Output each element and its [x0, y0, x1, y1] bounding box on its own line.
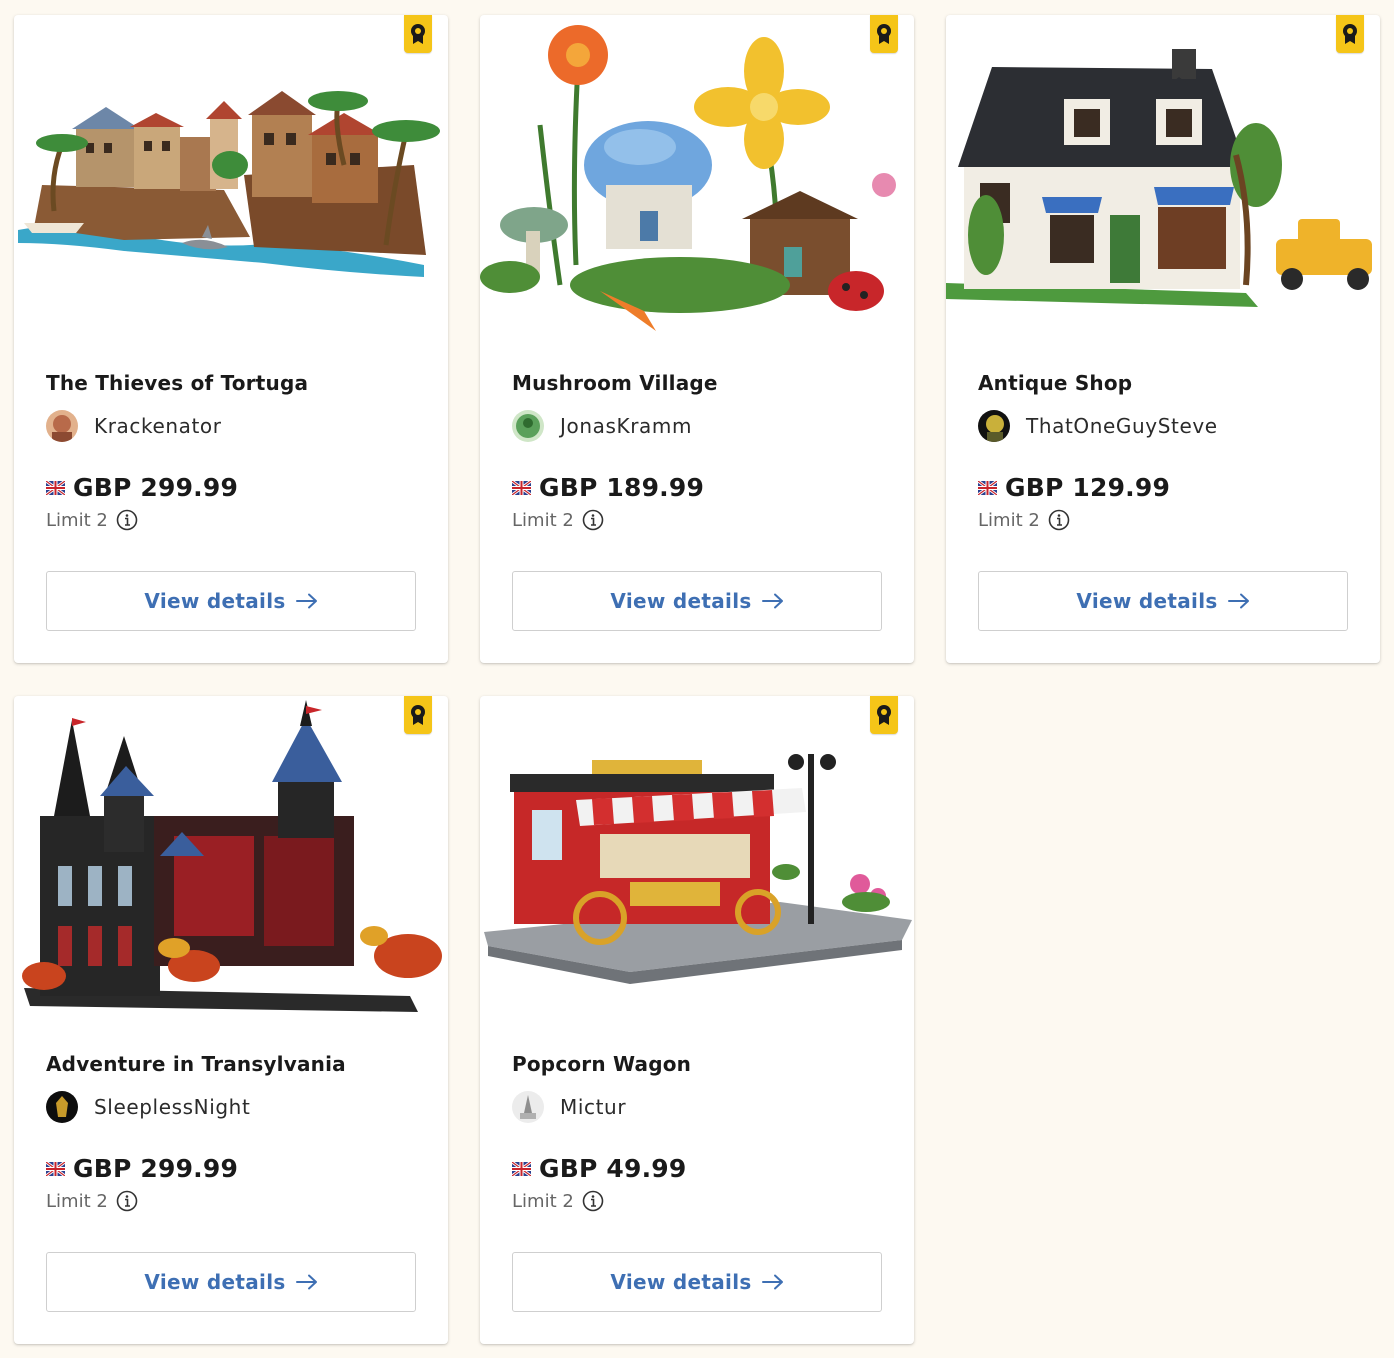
arrow-right-icon	[1227, 593, 1249, 609]
product-price: GBP 129.99	[1005, 473, 1171, 502]
creator-name[interactable]: Krackenator	[94, 414, 222, 438]
purchase-limit: Limit 2	[512, 1190, 604, 1212]
arrow-right-icon	[761, 1274, 783, 1290]
product-image[interactable]	[480, 15, 914, 345]
view-details-button[interactable]: View details	[46, 1252, 416, 1312]
price-row: GBP 299.99	[46, 1154, 238, 1183]
product-image[interactable]	[946, 15, 1380, 345]
award-ribbon-icon	[411, 705, 425, 725]
award-badge	[1336, 15, 1364, 53]
price-row: GBP 189.99	[512, 473, 704, 502]
creator-avatar[interactable]	[512, 1091, 544, 1123]
view-details-label: View details	[610, 1270, 752, 1294]
product-image[interactable]	[14, 15, 448, 345]
product-title[interactable]: Antique Shop	[978, 371, 1132, 395]
product-price: GBP 299.99	[73, 1154, 239, 1183]
product-grid: The Thieves of Tortuga Krackenator GBP 2…	[0, 0, 1394, 1358]
price-row: GBP 129.99	[978, 473, 1170, 502]
award-ribbon-icon	[877, 705, 891, 725]
creator-name[interactable]: Mictur	[560, 1095, 626, 1119]
award-badge	[404, 696, 432, 734]
product-price: GBP 189.99	[539, 473, 705, 502]
limit-label: Limit 2	[512, 509, 574, 531]
uk-flag-icon	[512, 480, 531, 495]
limit-label: Limit 2	[46, 509, 108, 531]
product-title[interactable]: Adventure in Transylvania	[46, 1052, 346, 1076]
creator-info[interactable]: SleeplessNight	[46, 1090, 250, 1124]
award-badge	[404, 15, 432, 53]
view-details-button[interactable]: View details	[512, 571, 882, 631]
creator-avatar[interactable]	[512, 410, 544, 442]
product-card[interactable]: The Thieves of Tortuga Krackenator GBP 2…	[14, 15, 448, 663]
purchase-limit: Limit 2	[978, 509, 1070, 531]
product-image[interactable]	[480, 696, 914, 1026]
info-icon[interactable]	[116, 509, 138, 531]
product-image[interactable]	[14, 696, 448, 1026]
creator-name[interactable]: JonasKramm	[560, 414, 692, 438]
award-badge	[870, 15, 898, 53]
creator-info[interactable]: ThatOneGuySteve	[978, 409, 1218, 443]
product-price: GBP 49.99	[539, 1154, 687, 1183]
award-ribbon-icon	[877, 24, 891, 44]
uk-flag-icon	[46, 1161, 65, 1176]
view-details-button[interactable]: View details	[978, 571, 1348, 631]
view-details-button[interactable]: View details	[512, 1252, 882, 1312]
creator-avatar[interactable]	[978, 410, 1010, 442]
view-details-label: View details	[1076, 589, 1218, 613]
product-title[interactable]: Popcorn Wagon	[512, 1052, 691, 1076]
creator-name[interactable]: SleeplessNight	[94, 1095, 250, 1119]
creator-info[interactable]: JonasKramm	[512, 409, 692, 443]
price-row: GBP 49.99	[512, 1154, 686, 1183]
product-title[interactable]: The Thieves of Tortuga	[46, 371, 308, 395]
arrow-right-icon	[761, 593, 783, 609]
purchase-limit: Limit 2	[512, 509, 604, 531]
purchase-limit: Limit 2	[46, 509, 138, 531]
purchase-limit: Limit 2	[46, 1190, 138, 1212]
uk-flag-icon	[46, 480, 65, 495]
product-card[interactable]: Antique Shop ThatOneGuySteve GBP 129.99 …	[946, 15, 1380, 663]
creator-info[interactable]: Krackenator	[46, 409, 222, 443]
view-details-label: View details	[144, 1270, 286, 1294]
view-details-button[interactable]: View details	[46, 571, 416, 631]
product-title[interactable]: Mushroom Village	[512, 371, 718, 395]
uk-flag-icon	[978, 480, 997, 495]
info-icon[interactable]	[1048, 509, 1070, 531]
price-row: GBP 299.99	[46, 473, 238, 502]
product-card[interactable]: Mushroom Village JonasKramm GBP 189.99 L…	[480, 15, 914, 663]
product-card[interactable]: Adventure in Transylvania SleeplessNight…	[14, 696, 448, 1344]
product-price: GBP 299.99	[73, 473, 239, 502]
award-ribbon-icon	[411, 24, 425, 44]
info-icon[interactable]	[582, 1190, 604, 1212]
award-ribbon-icon	[1343, 24, 1357, 44]
uk-flag-icon	[512, 1161, 531, 1176]
arrow-right-icon	[295, 593, 317, 609]
arrow-right-icon	[295, 1274, 317, 1290]
view-details-label: View details	[144, 589, 286, 613]
creator-name[interactable]: ThatOneGuySteve	[1026, 414, 1218, 438]
info-icon[interactable]	[116, 1190, 138, 1212]
creator-avatar[interactable]	[46, 1091, 78, 1123]
creator-info[interactable]: Mictur	[512, 1090, 626, 1124]
view-details-label: View details	[610, 589, 752, 613]
product-card[interactable]: Popcorn Wagon Mictur GBP 49.99 Limit 2 V…	[480, 696, 914, 1344]
award-badge	[870, 696, 898, 734]
limit-label: Limit 2	[978, 509, 1040, 531]
info-icon[interactable]	[582, 509, 604, 531]
creator-avatar[interactable]	[46, 410, 78, 442]
limit-label: Limit 2	[46, 1190, 108, 1212]
limit-label: Limit 2	[512, 1190, 574, 1212]
